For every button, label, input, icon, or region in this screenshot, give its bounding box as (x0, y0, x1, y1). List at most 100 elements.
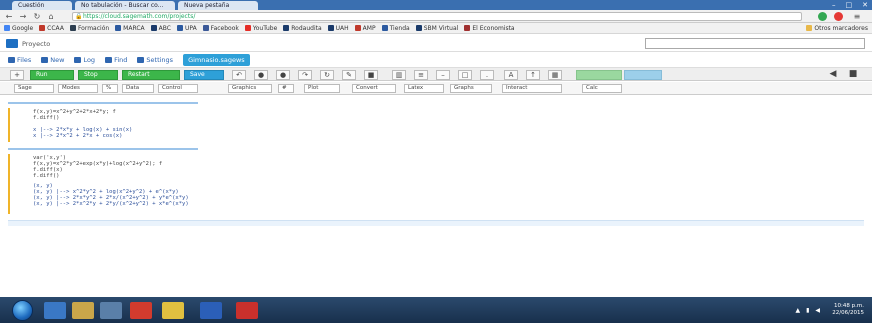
worksheet-cell[interactable]: var('x,y') f(x,y)=x^2*y^2+exp(x*y)+log(x… (8, 154, 864, 214)
clock-date: 22/06/2015 (832, 310, 864, 316)
chrome-icon[interactable] (162, 302, 184, 319)
menu-log[interactable]: Log (74, 56, 95, 64)
network-icon[interactable]: ▮ (806, 307, 809, 314)
code-line: f.diff() (33, 115, 60, 121)
record-icon[interactable] (130, 302, 152, 319)
dropdown-interact[interactable]: Interact (502, 84, 562, 93)
dropdown-graphics[interactable]: Graphics (228, 84, 272, 93)
dropdown-hash[interactable]: # (278, 84, 294, 93)
bookmark-item[interactable]: Facebook (202, 25, 239, 32)
dropdown-graphs[interactable]: Graphs (450, 84, 492, 93)
browser-tab[interactable]: Nueva pestaña (178, 1, 258, 10)
menu-icon[interactable]: ≡ (852, 12, 862, 21)
menu-find[interactable]: Find (105, 56, 127, 64)
windows-taskbar: ▲ ▮ ◀ 10:48 p.m. 22/06/2015 (0, 297, 872, 323)
lock-icon: 🔒 (75, 13, 83, 20)
dropdown-modes[interactable]: Modes (58, 84, 98, 93)
save-button[interactable]: Save (184, 70, 224, 80)
split-icon[interactable]: ▥ (392, 70, 406, 80)
bookmark-item[interactable]: UAH (327, 25, 349, 32)
minimize-icon[interactable]: – (832, 1, 836, 9)
run-button[interactable]: Run (30, 70, 74, 80)
extension-icon[interactable] (818, 12, 827, 21)
disabled-button (624, 70, 662, 80)
bookmark-item[interactable]: Formación (69, 25, 109, 32)
columns-icon[interactable]: ≡ (414, 70, 428, 80)
output-line: x |--> 2*x^2 + 2*x + cos(x) (33, 133, 123, 139)
tab-open-file[interactable]: Gimnasio.sagews (183, 53, 250, 66)
browser-tab-active[interactable]: No tabulación - Buscar co... (75, 1, 175, 10)
maximize-icon[interactable]: □ (846, 1, 853, 9)
bookmark-item[interactable]: Tienda (381, 25, 410, 32)
extension-icon[interactable] (834, 12, 843, 21)
cell-separator (8, 102, 198, 104)
word-icon[interactable] (200, 302, 222, 319)
new-cell-input[interactable] (8, 220, 864, 226)
bookmark-item[interactable]: YouTube (244, 25, 277, 32)
ie-icon[interactable] (44, 302, 66, 319)
history-icon (74, 56, 82, 63)
menu-settings[interactable]: Settings (137, 56, 173, 64)
bookmark-item[interactable]: SBM Virtual (415, 25, 458, 32)
box-icon[interactable]: □ (458, 70, 472, 80)
back-icon[interactable]: ← (4, 12, 14, 21)
close-icon[interactable]: ✕ (862, 1, 868, 9)
url-input[interactable]: 🔒 https://cloud.sagemath.com/projects/ (72, 12, 802, 21)
play-icon[interactable]: + (10, 70, 24, 80)
dropdown-sage[interactable]: Sage (14, 84, 54, 93)
arrow-up-icon[interactable]: ▲ (795, 307, 800, 314)
menu-files[interactable]: Files (8, 56, 31, 64)
bookmark-item[interactable]: CCAA (39, 25, 64, 32)
clock[interactable]: 10:48 p.m. 22/06/2015 (832, 303, 864, 317)
bookmark-item[interactable]: Otros marcadores (806, 25, 872, 32)
dropdown-latex[interactable]: Latex (404, 84, 444, 93)
dropdown-convert[interactable]: Convert (352, 84, 396, 93)
search-icon (105, 56, 113, 63)
restart-button[interactable]: Restart (122, 70, 180, 80)
browser-title-bar: Cuestión No tabulación - Buscar co... Nu… (0, 0, 872, 10)
up-arrow-icon[interactable]: ↑ (526, 70, 540, 80)
project-label[interactable]: Proyecto (22, 40, 50, 48)
media-icon[interactable] (100, 302, 122, 319)
edit-icon[interactable]: ✎ (342, 70, 356, 80)
bookmark-item[interactable]: AMP (354, 25, 376, 32)
bookmark-item[interactable]: ABC (150, 25, 171, 32)
browser-tab[interactable]: Cuestión (12, 1, 72, 10)
worksheet-cell[interactable]: f(x,y)=x^2+y^2+2*x+2*y; f f.diff() x |--… (8, 108, 864, 142)
menu-new[interactable]: New (41, 56, 64, 64)
dropdown-percent[interactable]: % (102, 84, 118, 93)
minus-icon[interactable]: – (436, 70, 450, 80)
search-input[interactable] (645, 38, 865, 49)
dropdown-plot[interactable]: Plot (304, 84, 340, 93)
bookmark-icon[interactable]: ■ (364, 70, 378, 80)
editor-toolbar: + Run Stop Restart Save ↶ ● ● ↷ ↻ ✎ ■ ▥ … (0, 67, 872, 81)
dropdown-data[interactable]: Data (122, 84, 154, 93)
start-button[interactable] (12, 300, 33, 321)
bookmark-item[interactable]: Google (4, 25, 33, 32)
print-icon[interactable]: ● (276, 70, 290, 80)
home-icon[interactable]: ⌂ (46, 12, 56, 21)
redo-icon[interactable]: ↷ (298, 70, 312, 80)
undo-icon[interactable]: ↶ (232, 70, 246, 80)
bookmark-item[interactable]: Rodaudita (283, 25, 322, 32)
reload-icon[interactable]: ↻ (32, 12, 42, 21)
worksheet[interactable]: f(x,y)=x^2+y^2+2*x+2*y; f f.diff() x |--… (0, 96, 872, 297)
font-icon[interactable]: A (504, 70, 518, 80)
refresh-icon[interactable]: ↻ (320, 70, 334, 80)
bookmarks-bar: Google CCAA Formación MARCA ABC UPA Face… (0, 23, 872, 34)
folder-icon[interactable] (72, 302, 94, 319)
dropdown-control[interactable]: Control (158, 84, 198, 93)
video-icon[interactable]: ◀ (826, 70, 840, 80)
bookmark-item[interactable]: El Economista (464, 25, 515, 32)
pdf-icon[interactable] (236, 302, 258, 319)
trash-icon[interactable]: ▦ (548, 70, 562, 80)
dot-icon[interactable]: . (480, 70, 494, 80)
stop-button[interactable]: Stop (78, 70, 118, 80)
bookmark-item[interactable]: MARCA (115, 25, 145, 32)
volume-icon[interactable]: ◀ (815, 307, 820, 314)
chat-bubble-icon[interactable]: ■ (846, 70, 860, 80)
forward-icon[interactable]: → (18, 12, 28, 21)
bookmark-item[interactable]: UPA (176, 25, 197, 32)
dropdown-calc[interactable]: Calc (582, 84, 622, 93)
chat-icon[interactable]: ● (254, 70, 268, 80)
